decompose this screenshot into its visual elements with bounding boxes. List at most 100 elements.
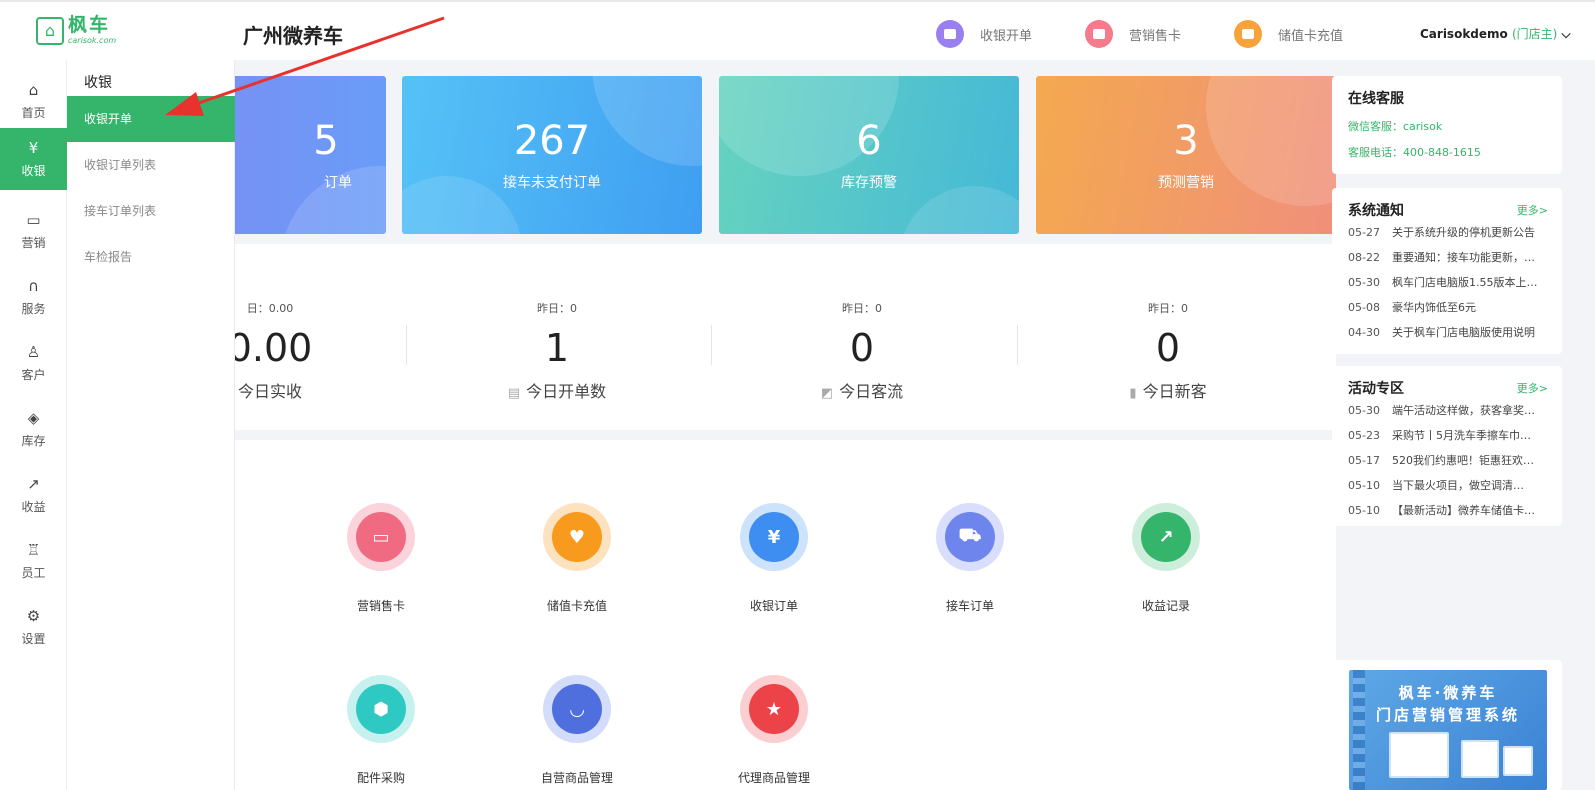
stat-value: 0 [849,326,875,370]
nav-label: 收银 [21,164,46,178]
activity-item[interactable]: 05-30 端午活动这样做，获客拿奖… [1348,402,1548,418]
stat-card-label: 接车未支付订单 [503,175,601,191]
stat-card-forecast[interactable]: 3 预测营销 [1036,76,1336,234]
stat-card-stock-alert[interactable]: 6 库存预警 [719,76,1019,234]
submenu-item-pickup-list[interactable]: 接车订单列表 [67,188,235,234]
nav-item-marketing[interactable]: ▭ 营销 [0,200,67,262]
cashier-icon [936,20,964,48]
top-bar: ⌂ 枫车 carisok.com 广州微养车 收银开单 营销售卡 储值卡充值 C… [0,0,1595,60]
top-action-label: 营销售卡 [1129,28,1182,44]
shortcut-revenue-records[interactable]: ↗ 收益记录 [1096,503,1236,614]
activity-item[interactable]: 05-10 【最新活动】微养车储值卡… [1348,502,1548,518]
shortcut-label: 收益记录 [1141,599,1190,613]
shortcut-label: 自营商品管理 [540,771,613,785]
brand-name: 枫车 [68,14,111,36]
device-illustration [1461,740,1499,778]
wallet-icon: ♥ [552,512,602,562]
user-menu[interactable]: Carisokdemo (门店主) ⌵ [1420,25,1571,42]
stat-value: 1 [544,326,570,370]
nav-item-revenue[interactable]: ↗ 收益 [0,464,67,526]
notice-item[interactable]: 05-08 豪华内饰低至6元 [1348,299,1548,315]
nav-label: 设置 [21,632,46,646]
user-icon: ♙ [26,343,41,361]
top-sell-card-button[interactable]: 营销售卡 [1085,20,1181,48]
stat-label: 今日开单数 [526,382,607,401]
shortcut-own-products[interactable]: ◡ 自营商品管理 [507,675,647,786]
nav-item-cashier[interactable]: ¥ 收银 [0,128,67,190]
brand-logo[interactable]: ⌂ 枫车 carisok.com [36,16,116,45]
nav-item-staff[interactable]: ♖ 员工 [0,530,67,592]
activity-item[interactable]: 05-23 采购节丨5月洗车季擦车巾… [1348,427,1548,443]
monitor-icon: ◩ [820,386,834,401]
nav-label: 客户 [21,368,46,382]
shortcut-pickup-orders[interactable]: ⛟ 接车订单 [900,503,1040,614]
notice-item[interactable]: 05-30 枫车门店电脑版1.55版本上… [1348,274,1548,290]
submenu-item-cashier-order[interactable]: 收银开单 [67,96,235,142]
shortcut-sell-card[interactable]: ▭ 营销售卡 [311,503,451,614]
service-phone[interactable]: 客服电话：400-848-1615 [1348,144,1481,160]
gear-icon: ⚙ [26,607,41,625]
banner-line1: 枫车·微养车 [1398,684,1498,702]
card-icon: ▭ [356,512,406,562]
cashier-submenu: 收银 收银开单 收银订单列表 接车订单列表 车检报告 [67,60,235,790]
nav-item-settings[interactable]: ⚙ 设置 [0,596,67,658]
car-icon: ⛟ [945,512,995,562]
staff-icon: ♖ [26,541,41,559]
submenu-item-cashier-list[interactable]: 收银订单列表 [67,142,235,188]
cash-register-icon: ¥ [749,512,799,562]
top-cashier-button[interactable]: 收银开单 [936,20,1032,48]
nav-item-customer[interactable]: ♙ 客户 [0,332,67,394]
divider [1017,325,1018,365]
submenu-item-inspection-report[interactable]: 车检报告 [67,234,235,280]
stat-yesterday: 昨日：0 [537,302,577,315]
notice-more-link[interactable]: 更多> [1517,202,1548,218]
shortcut-label: 配件采购 [356,771,405,785]
shortcut-parts-purchase[interactable]: ⬢ 配件采购 [311,675,451,786]
star-badge-icon: ★ [749,684,799,734]
chart-icon: ↗ [27,475,40,493]
promo-banner[interactable]: 枫车·微养车 门店营销管理系统 [1349,670,1547,790]
stat-card-value: 3 [1173,118,1199,164]
submenu-title: 收银 [84,75,112,91]
user-role: (门店主) [1511,27,1558,41]
user-name: Carisokdemo [1420,27,1508,41]
headset-icon: ∩ [28,277,39,295]
top-recharge-button[interactable]: 储值卡充值 [1234,20,1343,48]
store-title: 广州微养车 [243,24,343,48]
stat-card-label: 订单 [324,175,352,191]
notice-item[interactable]: 05-27 关于系统升级的停机更新公告 [1348,224,1548,240]
activity-box: 活动专区 更多> 05-30 端午活动这样做，获客拿奖… 05-23 采购节丨5月洗… [1332,366,1562,526]
top-action-label: 储值卡充值 [1278,28,1344,44]
nav-label: 库存 [21,434,46,448]
notice-item[interactable]: 04-30 关于枫车门店电脑版使用说明 [1348,324,1548,340]
shortcut-label: 代理商品管理 [737,771,810,785]
trend-icon: ↗ [1141,512,1191,562]
chevron-down-icon: ⌵ [1561,27,1571,41]
shortcut-recharge[interactable]: ♥ 储值卡充值 [507,503,647,614]
divider [711,325,712,365]
nut-icon: ⬢ [356,684,406,734]
activity-item[interactable]: 05-10 当下最火项目，做空调清… [1348,477,1548,493]
box-icon: ◈ [27,409,40,427]
stat-yesterday: 昨日：0 [1148,302,1188,315]
notice-item[interactable]: 08-22 重要通知：接车功能更新，… [1348,249,1548,265]
logo-icon: ⌂ [36,16,64,45]
nav-item-service[interactable]: ∩ 服务 [0,266,67,328]
shortcut-label: 接车订单 [945,599,994,613]
home-icon: ⌂ [28,81,39,99]
yen-icon: ¥ [28,139,39,157]
nav-item-home[interactable]: ⌂ 首页 [0,70,67,132]
stat-card-value: 5 [313,118,339,164]
activity-more-link[interactable]: 更多> [1517,380,1548,396]
shortcut-label: 储值卡充值 [546,599,607,613]
shortcut-agent-products[interactable]: ★ 代理商品管理 [704,675,844,786]
stat-traffic-today: 昨日：0 0 ◩ 今日客流 [712,300,1012,402]
service-wechat[interactable]: 微信客服：carisok [1348,118,1442,134]
stat-card-unpaid[interactable]: 267 接车未支付订单 [402,76,702,234]
nav-item-inventory[interactable]: ◈ 库存 [0,398,67,460]
shortcut-cashier-orders[interactable]: ¥ 收银订单 [704,503,844,614]
device-illustration [1389,732,1449,778]
top-action-label: 收银开单 [980,28,1033,44]
shortcut-label: 营销售卡 [356,599,405,613]
activity-item[interactable]: 05-17 520我们约惠吧！钜惠狂欢… [1348,452,1548,468]
